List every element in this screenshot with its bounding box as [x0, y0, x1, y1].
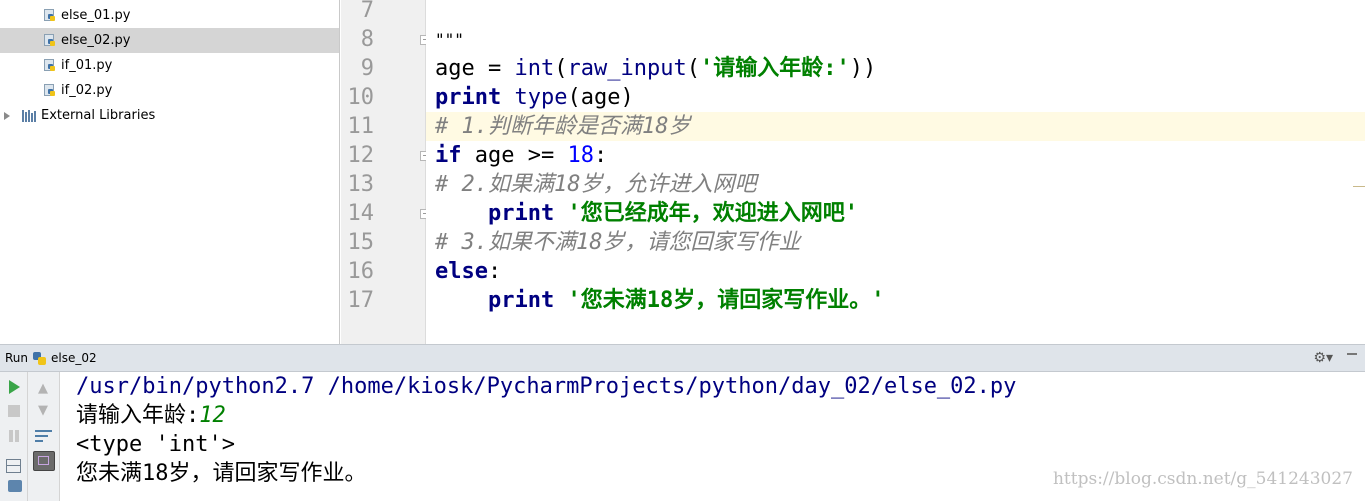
string-literal: '您已经成年，欢迎进入网吧'	[567, 201, 858, 226]
console-user-input: 12	[199, 403, 226, 428]
expression: age >=	[461, 143, 568, 168]
builtin-function: int	[514, 56, 555, 81]
keyword: if	[435, 143, 462, 168]
down-arrow-icon[interactable]: ▼	[38, 403, 48, 418]
python-file-icon	[44, 59, 55, 72]
tree-file-if-02[interactable]: if_02.py	[44, 78, 324, 103]
code-line-15: # 3.如果不满18岁，请您回家写作业	[435, 230, 801, 255]
console-type-output: <type 'int'>	[76, 432, 235, 457]
run-toolbar-secondary: ▲ ▼	[28, 372, 60, 501]
file-name: if_02.py	[61, 83, 113, 98]
editor-gutter: 7 8 9 10 11 12 13 14 15 16 17	[341, 0, 429, 344]
stop-icon[interactable]	[8, 405, 20, 417]
string-literal: '您未满18岁，请回家写作业。'	[567, 288, 885, 313]
run-tab-label[interactable]: Run	[5, 345, 28, 372]
file-name: else_02.py	[61, 33, 131, 48]
line-number: 9	[360, 56, 374, 81]
scroll-to-end-icon[interactable]	[33, 451, 55, 471]
code-line-10: print type(age)	[435, 83, 634, 112]
operator: =	[474, 56, 515, 81]
code-line-12: if age >= 18:	[435, 141, 607, 170]
line-number: 8	[360, 27, 374, 52]
code-line-16: else:	[435, 257, 501, 286]
layout-icon[interactable]	[6, 459, 21, 473]
keyword: print	[435, 85, 502, 110]
colon: :	[593, 143, 608, 168]
print-icon[interactable]	[8, 480, 22, 492]
project-tree: else_01.py else_02.py if_01.py if_02.py …	[0, 0, 340, 344]
line-number: 17	[347, 288, 375, 313]
python-icon	[33, 352, 46, 365]
run-toolbar-primary	[0, 372, 28, 501]
file-name: if_01.py	[61, 58, 113, 73]
console-result: 您未满18岁，请回家写作业。	[76, 461, 367, 486]
run-panel-header: Run else_02 ⚙▾	[0, 344, 1365, 372]
line-number: 10	[347, 85, 375, 110]
identifier: age	[435, 56, 475, 81]
line-number: 16	[347, 259, 375, 284]
paren: (	[554, 56, 568, 81]
file-name: else_01.py	[61, 8, 131, 23]
code-line-14: print '您已经成年，欢迎进入网吧'	[435, 199, 858, 228]
code-editor[interactable]: """ age = int(raw_input('请输入年龄:')) print…	[426, 0, 1365, 344]
tree-file-if-01[interactable]: if_01.py	[44, 53, 324, 78]
builtin-function: raw_input	[567, 56, 687, 81]
console-prompt: 请输入年龄:	[76, 403, 200, 428]
python-file-icon	[44, 84, 55, 97]
pause-icon[interactable]	[8, 430, 20, 442]
minimize-icon[interactable]	[1347, 353, 1357, 364]
colon: :	[487, 259, 502, 284]
keyword: print	[487, 201, 555, 226]
paren: ))	[849, 56, 877, 81]
python-file-icon	[44, 9, 55, 22]
library-icon	[22, 110, 36, 122]
line-number: 14	[347, 201, 375, 226]
paren: (	[686, 56, 700, 81]
console-prompt-line: 请输入年龄:12	[76, 401, 226, 430]
code-line-17: print '您未满18岁，请回家写作业。'	[435, 286, 884, 315]
line-number: 7	[360, 0, 374, 23]
builtin-function: type	[514, 85, 568, 110]
soft-wrap-icon[interactable]	[35, 429, 52, 442]
watermark: https://blog.csdn.net/g_541243027	[1052, 469, 1353, 489]
code-line-9: age = int(raw_input('请输入年龄:'))	[435, 54, 876, 83]
line-number: 15	[347, 230, 375, 255]
console-output[interactable]: /usr/bin/python2.7 /home/kiosk/PycharmPr…	[60, 372, 1365, 501]
tree-external-libraries[interactable]: External Libraries	[0, 103, 320, 128]
docstring-quote: """	[435, 30, 464, 49]
line-number: 12	[347, 143, 375, 168]
python-file-icon	[44, 34, 55, 47]
scrollbar-marker[interactable]	[1353, 186, 1365, 187]
expand-arrow-icon[interactable]	[4, 112, 10, 120]
run-config-name[interactable]: else_02	[51, 345, 97, 372]
code-line-13: # 2.如果满18岁，允许进入网吧	[435, 172, 757, 197]
up-arrow-icon[interactable]: ▲	[38, 381, 48, 396]
external-libraries-label: External Libraries	[41, 108, 156, 123]
line-number: 11	[347, 114, 375, 139]
keyword: else	[435, 259, 488, 284]
code-line-8: """	[435, 25, 464, 54]
number-literal: 18	[567, 143, 594, 168]
code-line-11: # 1.判断年龄是否满18岁	[435, 114, 691, 139]
tree-file-else-01[interactable]: else_01.py	[44, 3, 324, 28]
tree-file-else-02[interactable]: else_02.py	[0, 28, 339, 53]
string-literal: '请输入年龄:'	[699, 56, 850, 81]
arguments: (age)	[567, 85, 634, 110]
keyword: print	[487, 288, 555, 313]
rerun-icon[interactable]	[9, 380, 20, 394]
console-command: /usr/bin/python2.7 /home/kiosk/PycharmPr…	[76, 374, 1017, 399]
line-number: 13	[347, 172, 375, 197]
gear-icon[interactable]: ⚙▾	[1313, 350, 1333, 366]
